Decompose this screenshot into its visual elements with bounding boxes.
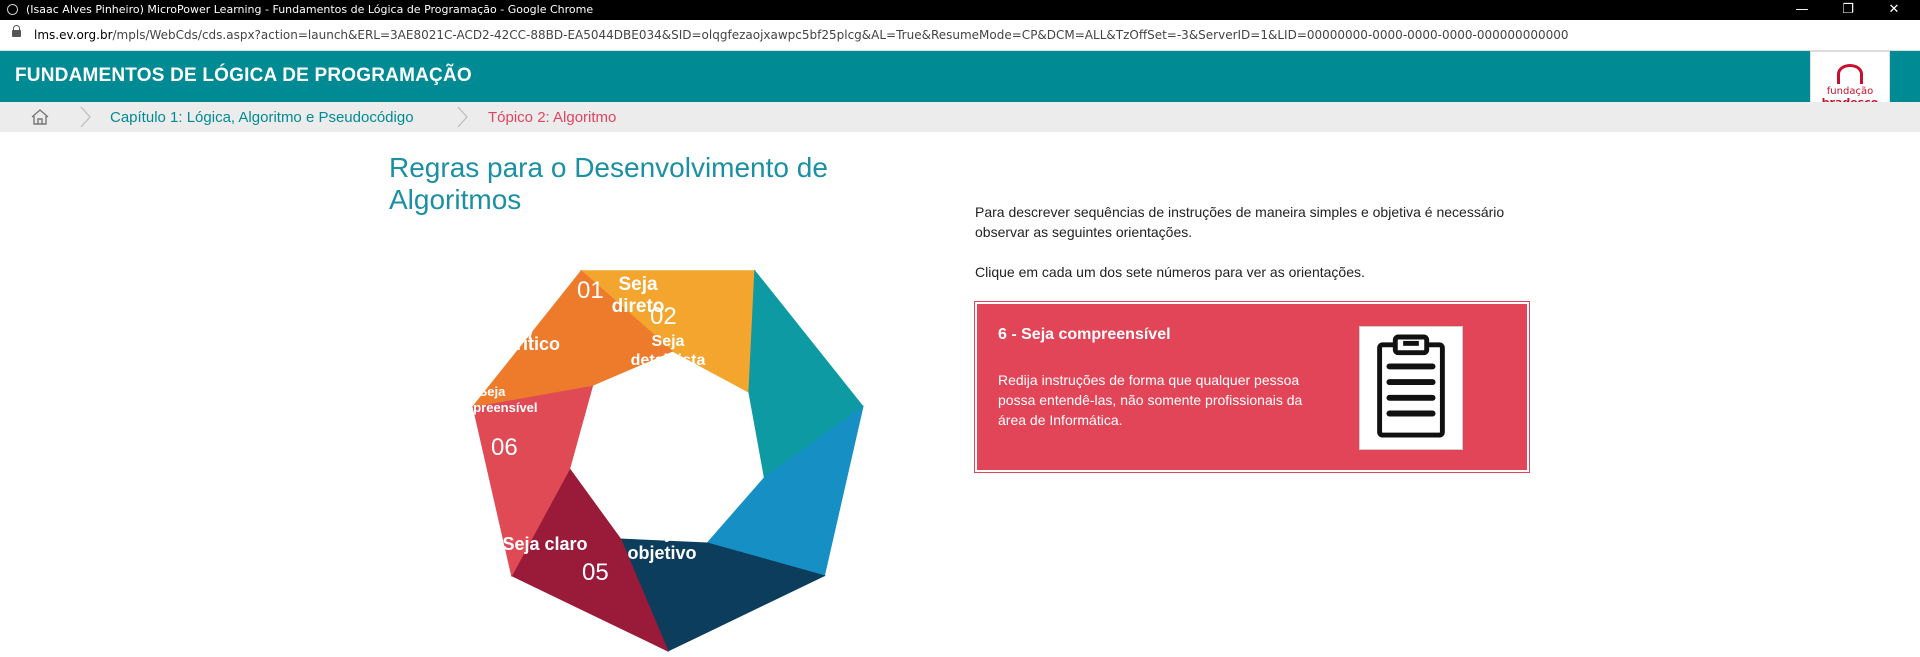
minimize-button[interactable]: —: [1779, 0, 1825, 20]
chrome-icon: [7, 4, 18, 15]
card-text: Redija instruções de forma que qualquer …: [998, 372, 1303, 428]
breadcrumb-chevron-icon: [457, 106, 468, 128]
page-title: Regras para o Desenvolvimento de Algorit…: [389, 152, 828, 215]
course-header: FUNDAMENTOS DE LÓGICA DE PROGRAMAÇÃO: [0, 51, 1920, 102]
course-title: FUNDAMENTOS DE LÓGICA DE PROGRAMAÇÃO: [15, 65, 472, 86]
bradesco-tree-icon: [1837, 64, 1863, 84]
address-bar[interactable]: lms.ev.org.br/mpls/WebCds/cds.aspx?actio…: [0, 20, 1920, 51]
wheel-label-05[interactable]: Seja claro: [502, 534, 587, 554]
rule-detail-card: 6 - Seja compreensível Redija instruções…: [974, 301, 1530, 473]
breadcrumb-chevron-icon: [80, 106, 91, 128]
wheel-label-07[interactable]: Seja crítico: [464, 334, 560, 354]
clipboard-icon: [1359, 326, 1463, 450]
wheel-number-01[interactable]: 01: [577, 277, 604, 304]
rules-wheel: 01 Seja direto02Seja detalhista03Seja lógico…: [460, 269, 864, 653]
url-host: lms.ev.org.br: [34, 28, 113, 42]
window-titlebar: (Isaac Alves Pinheiro) MicroPower Learni…: [0, 0, 1920, 20]
restore-button[interactable]: ❐: [1825, 0, 1871, 20]
card-title: 6 - Seja compreensível: [998, 326, 1171, 343]
home-icon[interactable]: [30, 108, 50, 126]
breadcrumb-chapter[interactable]: Capítulo 1: Lógica, Algoritmo e Pseudocó…: [110, 109, 414, 126]
wheel-label-03[interactable]: Seja lógico: [692, 440, 748, 483]
wheel-number-03[interactable]: 03: [708, 405, 735, 432]
breadcrumb-topic: Tópico 2: Algoritmo: [488, 109, 617, 126]
url-text[interactable]: lms.ev.org.br/mpls/WebCds/cds.aspx?actio…: [34, 28, 1569, 42]
window-title: (Isaac Alves Pinheiro) MicroPower Learni…: [26, 3, 594, 16]
wheel-number-06[interactable]: 06: [491, 434, 518, 461]
wheel-number-05[interactable]: 05: [582, 559, 609, 586]
instruction-text: Clique em cada um dos sete números para …: [975, 264, 1365, 280]
lock-icon: [12, 25, 21, 37]
breadcrumb: Capítulo 1: Lógica, Algoritmo e Pseudocó…: [0, 102, 1920, 132]
close-button[interactable]: ✕: [1871, 0, 1917, 20]
wheel-number-02[interactable]: 02: [650, 303, 677, 330]
intro-text: Para descrever sequências de instruções …: [975, 204, 1505, 240]
url-path: /mpls/WebCds/cds.aspx?action=launch&ERL=…: [112, 28, 1569, 42]
